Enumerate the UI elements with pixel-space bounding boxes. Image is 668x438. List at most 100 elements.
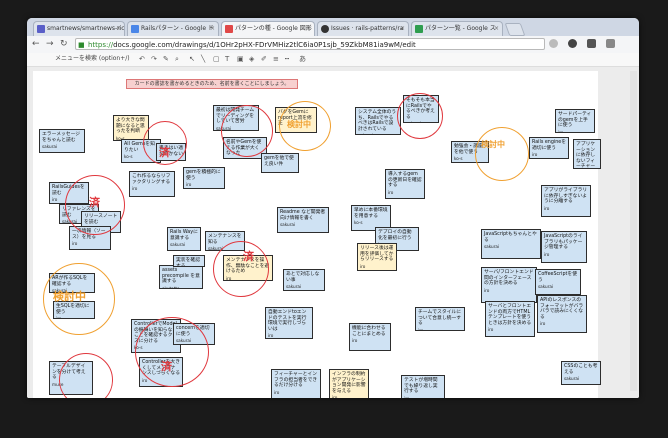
tab-smartnews[interactable]: smartnews/smartnews-ric × — [33, 21, 125, 36]
tab-pattern-seeds-drawing[interactable]: パターンの種 - Google 図形 × — [221, 21, 315, 36]
address-bar[interactable]: ■ https://docs.google.com/drawings/d/1OH… — [75, 38, 545, 50]
card-text: assets precompile を意識する — [162, 268, 200, 285]
sticky-card-readme-basics[interactable]: Readme など開発者向け情報を書く sakurai — [277, 207, 329, 233]
card-text: APIのレスポンスのフォーマットがバラバラで読みにくくなる — [540, 298, 584, 320]
tab-rails-patterns-doc[interactable]: Railsパターン - Google ド × — [127, 21, 219, 36]
drawing-toolbar: メニューを検索 (option+/) ↶ ↷ ✎ ⌕ ↖ ╲ ▢ T ▣ ◈ ✐… — [27, 53, 639, 67]
sticky-card-api-response[interactable]: APIのレスポンスのフォーマットがバラバラで読みにくくなる iro — [537, 295, 587, 333]
sticky-card-team-style[interactable]: チームでスタイルについて合意し統一する iro — [415, 307, 465, 331]
border-weight-icon[interactable]: ≡ — [273, 54, 279, 65]
sticky-card-gem-refactor[interactable]: gemを積極的に使う iro — [183, 167, 225, 189]
sticky-card-confirm-impl[interactable]: 実装を確認する — [173, 255, 205, 267]
sticky-card-js-mvc[interactable]: JavaScriptもちゃんとやる sakurai — [481, 229, 541, 259]
tab-github-issues[interactable]: Issues · rails-patterns/ra × — [317, 21, 409, 36]
extension-hatena-icon[interactable] — [606, 39, 616, 48]
sticky-card-rails-way[interactable]: Rails Wayに意識する sakurai — [167, 227, 201, 251]
card-text: より大きな問題になると思ったを判断 — [116, 118, 145, 135]
sticky-card-js-library[interactable]: JavaScriptのライブラリもパッケージ管理する iro — [541, 231, 587, 263]
border-dash-icon[interactable]: ┅ — [285, 54, 289, 65]
card-owner: sakurai — [170, 242, 186, 248]
tab-label: Issues · rails-patterns/ra — [331, 25, 404, 32]
done-circle-mark[interactable] — [397, 93, 443, 139]
close-icon[interactable]: × — [116, 22, 121, 36]
card-owner: iro — [488, 327, 494, 333]
done-circle-mark[interactable] — [135, 317, 209, 387]
done-circle-mark[interactable] — [59, 353, 113, 398]
close-icon[interactable]: × — [494, 22, 499, 36]
sticky-card-e2e-test[interactable]: 自動エンドtoエンドのテストを実行環境で実行しづらいは iro — [265, 307, 313, 339]
tab-strip: smartnews/smartnews-ric × Railsパターン - Goo… — [27, 18, 639, 36]
fill-color-icon[interactable]: ◈ — [249, 54, 254, 65]
close-icon[interactable]: × — [306, 22, 311, 36]
sticky-card-test-speed[interactable]: テストが増時間でも繰り返し実行するiro — [401, 375, 445, 398]
card-owner: iro — [532, 152, 538, 158]
card-text: Readme など開発者向け情報を書く — [280, 210, 326, 221]
sticky-card-html-mvc[interactable]: サーバとフロントエンドの両方でHTMLテンプレートを使うときは方針を決める iro — [485, 301, 535, 337]
sticky-card-gem-mvp[interactable]: 導入するgemの更新日を確認する iro — [385, 169, 425, 199]
border-color-icon[interactable]: ✐ — [261, 54, 267, 65]
card-text: 自動エンドtoエンドのテストを実行環境で実行しづらいは — [268, 310, 307, 332]
forward-icon[interactable]: → — [46, 38, 54, 51]
sticky-card-css-think[interactable]: CSSのことも考える sakurai — [561, 361, 601, 385]
star-icon[interactable] — [549, 39, 558, 48]
sticky-card-frontend-backend[interactable]: サーバ/フロントエンド間のインターフェースの方針を決める iro — [481, 267, 537, 303]
drawing-canvas[interactable]: カードの書誌を書かめるときのため、名前を書くことにしましょう。 エラーメッセージ… — [33, 71, 601, 398]
card-text: CoffeeScriptを使う — [538, 272, 577, 283]
sticky-card-rails-scaling[interactable]: システム全体のうち、RailsでやるべきはRailsで設計されているsakura… — [355, 107, 401, 135]
select-arrow-icon[interactable]: ↖ — [189, 54, 195, 65]
card-owner: sakurai — [280, 222, 296, 228]
done-circle-mark[interactable] — [221, 105, 273, 157]
extension-gear-icon[interactable] — [587, 39, 597, 48]
in-progress-circle-mark[interactable] — [475, 127, 529, 181]
card-text: 機能に合わせることにまとめる — [352, 326, 386, 337]
menu-search-input[interactable]: メニューを検索 (option+/) — [55, 54, 130, 64]
close-icon[interactable]: × — [400, 22, 405, 36]
card-owner: iro — [540, 321, 546, 327]
back-icon[interactable]: ← — [32, 38, 40, 51]
close-icon[interactable]: × — [210, 22, 215, 36]
instruction-banner[interactable]: カードの書誌を書かめるときのため、名前を書くことにしましょう。 — [126, 79, 298, 89]
sticky-card-service-class[interactable]: サードパーティのgemを上手に使う iro — [555, 109, 595, 133]
lock-icon: ■ — [78, 41, 85, 49]
sticky-card-coffee[interactable]: CoffeeScriptを使う sakurai — [535, 269, 581, 295]
undo-icon[interactable]: ↶ — [139, 54, 145, 65]
line-icon[interactable]: ╲ — [201, 54, 205, 65]
in-progress-stamp: 検討中 — [287, 120, 311, 129]
sticky-card-rails-engine[interactable]: Rails engineを適切に使う iro — [529, 137, 569, 159]
sticky-card-check-jobs[interactable]: リリース後は運用を評価してからリリースする iro — [357, 243, 397, 271]
redo-icon[interactable]: ↷ — [151, 54, 157, 65]
tab-label: パターン一覧 - Google ス — [425, 25, 496, 32]
sticky-card-error-message[interactable]: エラーメッセージをちゃんと読む sakurai — [39, 129, 85, 153]
canvas-area: カードの書誌を書かめるときのため、名前を書くことにしましょう。 エラーメッセージ… — [27, 67, 639, 398]
sticky-card-assets-precompile[interactable]: assets precompile を意識する okutatto — [159, 265, 203, 289]
tab-pattern-list-sheet[interactable]: パターン一覧 - Google ス × — [411, 21, 503, 36]
card-owner: sakurai — [484, 244, 500, 250]
sticky-card-library-split[interactable]: アプリがライブラリに依存しすぎないように分離する iro — [541, 185, 591, 217]
paint-format-icon[interactable]: ✎ — [163, 54, 169, 65]
font-icon[interactable]: あ — [299, 54, 306, 65]
sticky-card-no-app-gem[interactable]: アプリケーションに依存しないフィーチャーはgemにするsakurai — [573, 139, 601, 169]
card-owner: sakurai — [358, 133, 398, 134]
sticky-card-fix-later[interactable]: あとで対応しない事 sakurai — [283, 269, 325, 291]
sticky-card-infra-team[interactable]: インフラの制約がアプリケーション開発に影響を与える iro — [329, 369, 369, 398]
sticky-card-metrics[interactable]: 機能に合わせることにまとめる iro — [349, 323, 391, 351]
sticky-card-refactor-more[interactable]: これ作るならリファクタリングする iro — [129, 171, 175, 197]
image-icon[interactable]: ▣ — [237, 54, 244, 65]
done-circle-mark[interactable] — [213, 241, 269, 297]
shape-icon[interactable]: ▢ — [213, 54, 220, 65]
card-owner: iro — [404, 396, 442, 398]
card-text: サードパーティのgemを上手に使う — [558, 112, 592, 129]
vertical-scrollbar[interactable] — [630, 71, 637, 391]
zoom-icon[interactable]: ⌕ — [175, 54, 179, 65]
sticky-card-feature-e2e[interactable]: フィーチャーとインフラの担当者をできるだけ分ける iro — [271, 369, 321, 398]
card-owner: iro — [72, 241, 78, 247]
new-tab-button[interactable] — [504, 23, 526, 36]
textbox-icon[interactable]: T — [225, 54, 229, 65]
smartnews-favicon-icon — [37, 25, 45, 33]
done-stamp: 済 — [159, 146, 170, 159]
sticky-card-gem-read[interactable]: gemを他で使え良い件 — [261, 153, 299, 173]
reload-icon[interactable]: ↻ — [60, 38, 68, 51]
card-text: インフラの制約がアプリケーション開発に影響を与える — [332, 372, 366, 394]
extension-block-icon[interactable] — [568, 39, 578, 48]
card-text: gemを積極的に使う — [186, 170, 221, 181]
